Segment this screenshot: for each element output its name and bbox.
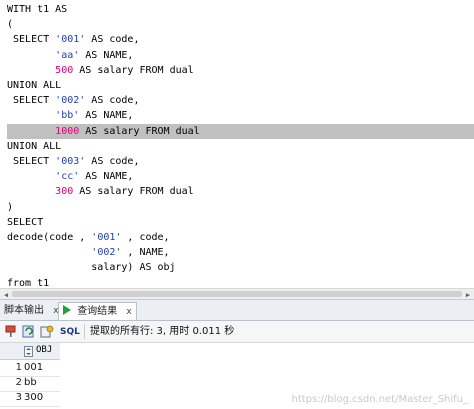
code-text: decode(code ,: [7, 232, 92, 243]
code-line[interactable]: 'bb' AS NAME,: [7, 108, 133, 123]
table-cell[interactable]: bb: [24, 377, 58, 388]
code-text: UNION ALL: [7, 80, 62, 91]
row-header-corner[interactable]: [0, 343, 22, 360]
code-text: AS code,: [85, 34, 140, 46]
code-line[interactable]: SELECT '002' AS code,: [7, 93, 139, 108]
code-text: , NAME,: [121, 247, 170, 259]
code-line[interactable]: ): [7, 200, 13, 215]
row-number[interactable]: 3: [0, 392, 22, 403]
code-text: SELECT: [7, 34, 56, 46]
code-line[interactable]: UNION ALL: [7, 78, 61, 93]
string-literal: '002': [55, 95, 86, 107]
string-literal: '002': [91, 247, 122, 259]
editor-horizontal-scrollbar[interactable]: ◀ ▶: [0, 288, 474, 300]
string-literal: '003': [55, 156, 86, 167]
result-grid: OBJ 1 001 2 bb 3 300 https://blog.csdn.net/Ma…: [0, 343, 474, 409]
code-text: AS code,: [85, 95, 140, 107]
number-literal: 300: [55, 186, 74, 198]
code-text: from t1: [7, 277, 50, 288]
toolbar-separator: [84, 324, 85, 339]
code-line[interactable]: UNION ALL: [7, 139, 61, 154]
sql-button[interactable]: SQL: [60, 324, 80, 340]
string-literal: '001': [55, 34, 86, 46]
output-tab-strip: 脚本输出 x 查询结果 x: [0, 300, 474, 321]
code-line[interactable]: SELECT '001' AS code,: [7, 32, 139, 47]
code-line[interactable]: salary) AS obj: [7, 260, 176, 275]
code-line[interactable]: 300 AS salary FROM dual: [7, 184, 194, 199]
code-text: SELECT: [7, 95, 56, 107]
code-line[interactable]: 'cc' AS NAME,: [7, 169, 133, 184]
code-line[interactable]: SELECT '003' AS code,: [7, 154, 139, 169]
export-icon[interactable]: [40, 325, 54, 338]
column-header-label: OBJ: [36, 345, 53, 355]
refresh-icon[interactable]: [22, 325, 36, 338]
sql-editor[interactable]: WITH t1 AS ( SELECT '001' AS code, 'aa' A…: [0, 0, 474, 288]
code-text: salary) AS obj: [7, 262, 176, 274]
tab-query-result-close-icon[interactable]: x: [126, 307, 131, 317]
table-cell[interactable]: 001: [24, 362, 58, 373]
code-text: WITH t1 AS: [7, 4, 68, 15]
code-text: AS NAME,: [79, 171, 134, 183]
tab-script-output[interactable]: 脚本输出 x: [0, 302, 63, 320]
tab-script-output-label: 脚本输出: [4, 305, 44, 316]
code-line[interactable]: 'aa' AS NAME,: [7, 48, 133, 63]
grid-line: [0, 406, 60, 407]
code-text: AS code,: [85, 156, 140, 167]
result-toolbar: SQL 提取的所有行: 3, 用时 0.011 秒: [0, 321, 474, 343]
code-text: ): [7, 201, 14, 213]
tab-query-result[interactable]: 查询结果 x: [58, 302, 137, 320]
row-number[interactable]: 1: [0, 362, 22, 373]
string-literal: 'bb': [55, 110, 80, 122]
play-icon: [63, 305, 71, 315]
code-text: AS NAME,: [79, 49, 134, 61]
code-line[interactable]: SELECT: [7, 215, 43, 230]
code-text: , code,: [121, 232, 170, 243]
sort-icon[interactable]: [24, 346, 33, 357]
scroll-right-arrow-icon[interactable]: ▶: [464, 291, 472, 299]
fetch-status: 提取的所有行: 3, 用时 0.011 秒: [90, 326, 235, 337]
code-text: AS salary FROM dual: [79, 125, 200, 137]
code-line[interactable]: decode(code , '001' , code,: [7, 230, 170, 245]
code-line[interactable]: (: [7, 17, 13, 32]
code-text: AS salary FROM dual: [73, 186, 194, 198]
number-literal: 500: [55, 64, 74, 76]
code-line[interactable]: 500 AS salary FROM dual: [7, 63, 194, 78]
watermark-url: https://blog.csdn.net/Master_Shifu_: [291, 394, 468, 405]
code-line[interactable]: WITH t1 AS: [7, 2, 67, 17]
scrollbar-thumb[interactable]: [12, 291, 462, 297]
code-text: SELECT: [7, 156, 56, 167]
code-line-highlighted[interactable]: 1000 AS salary FROM dual: [7, 123, 474, 139]
row-number[interactable]: 2: [0, 377, 22, 388]
pin-icon[interactable]: [4, 325, 18, 338]
column-header-obj[interactable]: OBJ: [22, 343, 60, 360]
table-cell[interactable]: 300: [24, 392, 58, 403]
code-text: SELECT: [7, 216, 44, 228]
code-text: AS salary FROM dual: [73, 64, 194, 76]
code-line[interactable]: '002' , NAME,: [7, 245, 170, 260]
string-literal: '001': [91, 232, 122, 243]
string-literal: 'aa': [55, 49, 80, 61]
code-text: AS NAME,: [79, 110, 134, 122]
code-text: (: [7, 19, 14, 31]
tab-query-result-label: 查询结果: [77, 306, 118, 317]
number-literal: 1000: [55, 125, 80, 137]
code-text: UNION ALL: [7, 140, 62, 152]
code-line[interactable]: from t1: [7, 276, 49, 288]
string-literal: 'cc': [55, 171, 80, 183]
scroll-left-arrow-icon[interactable]: ◀: [2, 291, 10, 299]
